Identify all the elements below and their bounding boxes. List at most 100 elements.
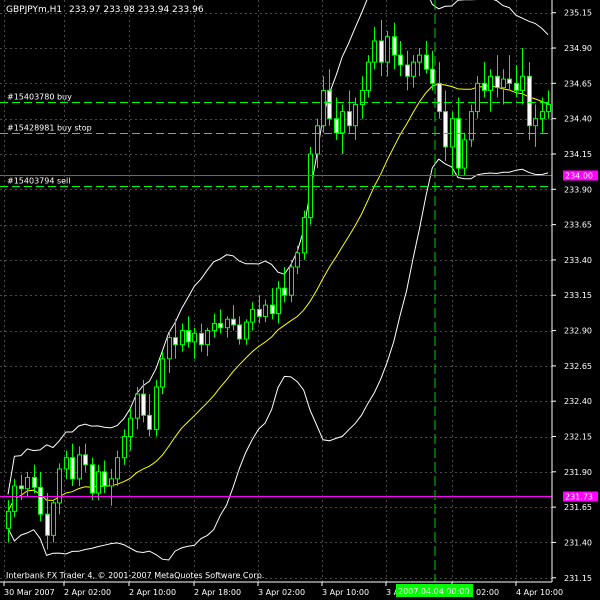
candle-body-bull <box>475 82 480 113</box>
candle[interactable] <box>372 26 377 70</box>
candle[interactable] <box>443 90 448 162</box>
candle-body-bear <box>102 471 107 487</box>
candle[interactable] <box>102 460 107 494</box>
candle-body-bear <box>456 118 461 169</box>
candle[interactable] <box>257 295 262 324</box>
candle[interactable] <box>366 55 371 98</box>
candle[interactable] <box>392 22 397 70</box>
candle[interactable] <box>70 443 75 486</box>
candle[interactable] <box>482 62 487 98</box>
candle-body-bear <box>83 454 88 466</box>
candle[interactable] <box>173 319 178 359</box>
candle[interactable] <box>212 313 217 338</box>
candle[interactable] <box>360 76 365 119</box>
candle-body-bull <box>295 252 300 268</box>
candle[interactable] <box>475 76 480 119</box>
candle[interactable] <box>417 48 422 77</box>
candle[interactable] <box>57 463 62 515</box>
candle-body-bear <box>173 337 178 346</box>
candle[interactable] <box>501 69 506 105</box>
candle[interactable] <box>430 50 435 91</box>
candle[interactable] <box>270 288 275 320</box>
candle[interactable] <box>180 323 185 352</box>
candle[interactable] <box>250 302 255 331</box>
candle[interactable] <box>321 76 326 133</box>
candlesticks[interactable] <box>6 19 551 550</box>
candle[interactable] <box>533 104 538 147</box>
candle[interactable] <box>546 90 551 119</box>
price-tick-label: 232.40 <box>564 397 592 406</box>
candle-body-bear <box>257 308 262 317</box>
candle-body-bull <box>109 478 114 487</box>
candle[interactable] <box>186 316 191 348</box>
candle[interactable] <box>302 210 307 260</box>
price-marker-upper: 234.00 <box>565 172 593 181</box>
candle-body-bull <box>205 330 210 346</box>
candle[interactable] <box>469 104 474 147</box>
candle-body-bear <box>38 486 43 515</box>
candle[interactable] <box>51 500 56 543</box>
price-chart[interactable]: 235.15 234.90 234.65 234.40 234.15 233.90 233.… <box>0 0 600 600</box>
candle[interactable] <box>96 464 101 501</box>
price-tick-label: 233.90 <box>564 185 592 194</box>
candle[interactable] <box>437 62 442 119</box>
candle[interactable] <box>45 493 50 550</box>
candle-body-bear <box>514 82 519 91</box>
candle[interactable] <box>405 50 410 91</box>
candle[interactable] <box>218 309 223 334</box>
candle[interactable] <box>263 299 268 323</box>
candle[interactable] <box>32 464 37 494</box>
time-tick-label: 2 Apr 18:00 <box>194 588 241 597</box>
candle[interactable] <box>115 450 120 486</box>
candle[interactable] <box>450 111 455 176</box>
candle[interactable] <box>295 245 300 275</box>
candle[interactable] <box>237 316 242 345</box>
candle[interactable] <box>135 387 140 430</box>
candle[interactable] <box>90 457 95 501</box>
candle[interactable] <box>244 319 249 345</box>
candle[interactable] <box>347 90 352 133</box>
candle[interactable] <box>495 55 500 98</box>
candle[interactable] <box>225 316 230 338</box>
candle[interactable] <box>520 48 525 105</box>
candle[interactable] <box>424 40 429 74</box>
candle[interactable] <box>64 450 69 479</box>
candle[interactable] <box>6 500 11 543</box>
candle-body-bull <box>289 266 294 296</box>
candle[interactable] <box>276 281 281 324</box>
candle[interactable] <box>160 351 165 395</box>
candle[interactable] <box>411 55 416 88</box>
candle[interactable] <box>385 31 390 77</box>
candle[interactable] <box>205 327 210 356</box>
candle[interactable] <box>462 132 467 176</box>
candle[interactable] <box>12 478 17 518</box>
candle-body-bear <box>270 304 275 315</box>
candle[interactable] <box>109 468 114 506</box>
price-tick-label: 234.15 <box>564 150 592 159</box>
candle[interactable] <box>379 19 384 77</box>
candle-body-bull <box>462 139 467 169</box>
candle[interactable] <box>83 443 88 472</box>
candle[interactable] <box>154 379 159 437</box>
candle-body-bear <box>347 111 352 127</box>
candle[interactable] <box>122 429 127 465</box>
candle[interactable] <box>77 446 82 486</box>
candle[interactable] <box>231 305 236 331</box>
candle[interactable] <box>192 327 197 359</box>
candle[interactable] <box>199 323 204 352</box>
candle-body-bear <box>186 330 191 343</box>
candle[interactable] <box>507 55 512 91</box>
candle[interactable] <box>456 97 461 176</box>
candle[interactable] <box>25 471 30 498</box>
candle[interactable] <box>398 40 403 77</box>
candle[interactable] <box>488 69 493 112</box>
candle[interactable] <box>147 394 152 437</box>
candle[interactable] <box>527 62 532 140</box>
order-label-buy: #15403780 buy <box>7 93 72 102</box>
candle[interactable] <box>327 69 332 126</box>
candle[interactable] <box>340 104 345 154</box>
price-tick-label: 233.40 <box>564 256 592 265</box>
candle-body-bull <box>372 40 377 63</box>
candle[interactable] <box>308 146 313 225</box>
candle[interactable] <box>128 408 133 451</box>
